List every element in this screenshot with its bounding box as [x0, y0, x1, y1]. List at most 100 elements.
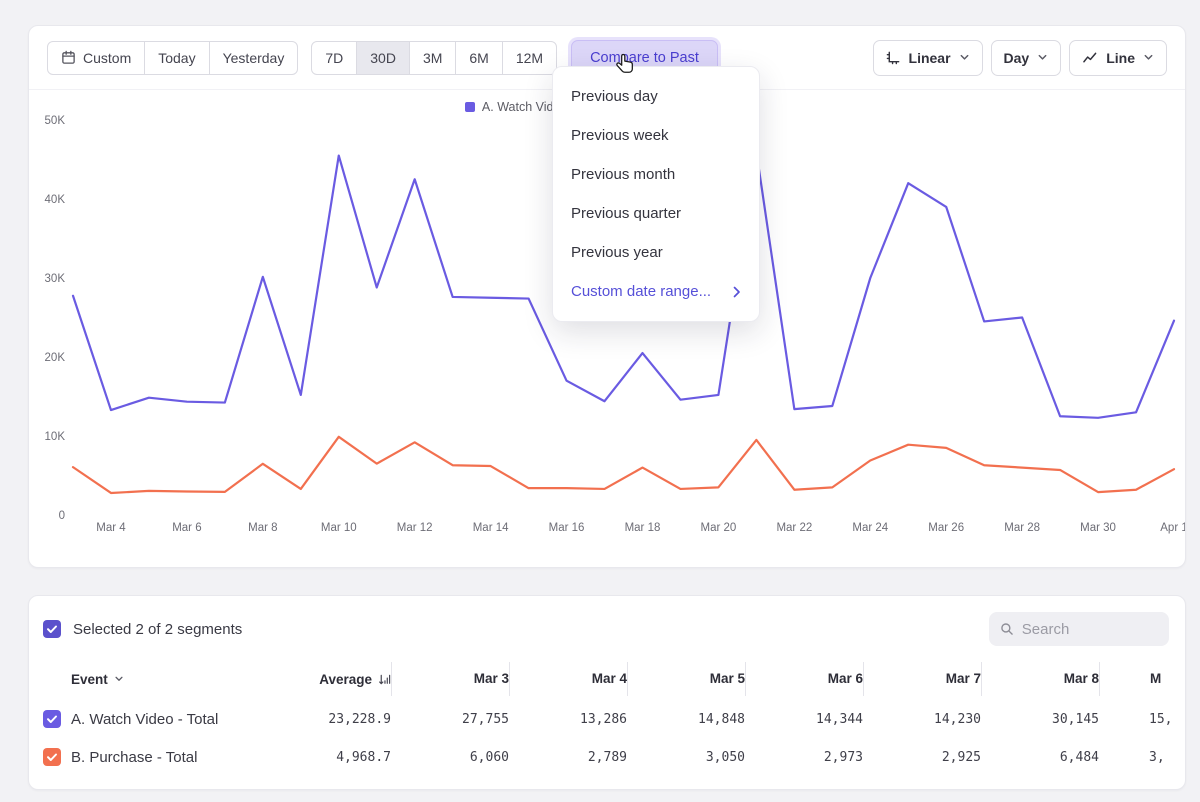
preset-label: Custom [83, 50, 131, 66]
preset-label: 12M [516, 50, 543, 66]
x-axis-tick: Mar 22 [776, 522, 812, 534]
search-input[interactable] [1022, 621, 1158, 638]
row-cell-value: 6,060 [391, 750, 509, 765]
segments-selected-text: Selected 2 of 2 segments [73, 621, 242, 638]
x-axis-tick: Mar 12 [397, 522, 433, 534]
row-cell-value: 13,286 [509, 712, 627, 727]
row-cell-value: 15, [1099, 712, 1186, 727]
chevron-down-icon [114, 674, 124, 684]
preset-custom[interactable]: Custom [47, 41, 145, 75]
segments-card: Selected 2 of 2 segments Event Average M… [28, 595, 1186, 790]
x-axis-tick: Mar 18 [625, 522, 661, 534]
display-tools: Linear Day Line [873, 40, 1167, 76]
x-axis-tick: Mar 28 [1004, 522, 1040, 534]
x-axis-tick: Mar 24 [852, 522, 888, 534]
compare-to-past-menu: Previous dayPrevious weekPrevious monthP… [552, 66, 760, 322]
table-header-row: Event Average Mar 3Mar 4Mar 5Mar 6Mar 7 M… [43, 658, 1186, 700]
date-column-header: Mar 4 [509, 662, 627, 696]
preset-7d[interactable]: 7D [311, 41, 357, 75]
sort-descending-icon [378, 673, 391, 686]
menu-item-custom-date-range[interactable]: Custom date range... [553, 272, 759, 311]
x-axis-tick: Mar 20 [701, 522, 737, 534]
check-icon [46, 623, 58, 635]
chevron-down-icon [1037, 52, 1048, 63]
row-checkbox[interactable] [43, 748, 61, 766]
preset-label: 6M [469, 50, 488, 66]
calendar-icon [61, 50, 76, 65]
preset-label: 7D [325, 50, 343, 66]
row-cell-value: 14,848 [627, 712, 745, 727]
y-axis-tick: 30K [45, 273, 66, 285]
preset-yesterday[interactable]: Yesterday [209, 41, 299, 75]
preset-30d[interactable]: 30D [356, 41, 410, 75]
day-label: Day [1004, 50, 1030, 66]
compare-menu-items: Previous dayPrevious weekPrevious monthP… [553, 77, 759, 272]
row-cell-value: 14,230 [863, 712, 981, 727]
y-axis-tick: 0 [59, 510, 65, 522]
chevron-right-icon [733, 286, 741, 298]
x-axis-tick: Apr 1 [1160, 522, 1185, 534]
x-axis-tick: Mar 8 [248, 522, 277, 534]
check-icon [46, 713, 58, 725]
date-column-header: Mar 6 [745, 662, 863, 696]
menu-item-previous-month[interactable]: Previous month [553, 155, 759, 194]
y-axis-tick: 10K [45, 431, 66, 443]
x-axis-tick: Mar 14 [473, 522, 509, 534]
search-box [989, 612, 1169, 646]
row-cell-value: 6,484 [981, 750, 1099, 765]
preset-6m[interactable]: 6M [455, 41, 502, 75]
average-column-header[interactable]: Average [291, 672, 391, 687]
row-checkbox-cell [43, 748, 71, 766]
row-cell-value: 3, [1099, 750, 1186, 765]
average-header-label: Average [319, 672, 372, 687]
segments-table: Event Average Mar 3Mar 4Mar 5Mar 6Mar 7 M… [43, 658, 1186, 776]
date-column-header: Mar 3 [391, 662, 509, 696]
x-axis-tick: Mar 26 [928, 522, 964, 534]
row-average-value: 23,228.9 [291, 712, 391, 727]
table-row: A. Watch Video - Total23,228.927,75513,2… [43, 700, 1186, 738]
preset-label: 30D [370, 50, 396, 66]
select-all-checkbox[interactable] [43, 620, 61, 638]
chevron-down-icon [959, 52, 970, 63]
menu-item-previous-week[interactable]: Previous week [553, 116, 759, 155]
x-axis-tick: Mar 6 [172, 522, 201, 534]
event-column-header[interactable]: Event [71, 672, 291, 687]
menu-item-previous-day[interactable]: Previous day [553, 77, 759, 116]
row-label: A. Watch Video - Total [71, 711, 291, 728]
date-preset-group: Custom Today Yesterday [47, 41, 298, 75]
date-column-header: Mar 7 [863, 662, 981, 696]
date-column-header: M [1099, 662, 1186, 696]
table-body: A. Watch Video - Total23,228.927,75513,2… [43, 700, 1186, 776]
preset-3m[interactable]: 3M [409, 41, 456, 75]
row-cell-value: 27,755 [391, 712, 509, 727]
chart-type-dropdown[interactable]: Line [1069, 40, 1167, 76]
linear-scale-dropdown[interactable]: Linear [873, 40, 983, 76]
row-cell-value: 14,344 [745, 712, 863, 727]
linear-label: Linear [909, 50, 951, 66]
y-axis-tick: 40K [45, 194, 66, 206]
row-cell-value: 2,973 [745, 750, 863, 765]
row-average-value: 4,968.7 [291, 750, 391, 765]
row-label: B. Purchase - Total [71, 749, 291, 766]
line-label: Line [1106, 50, 1135, 66]
date-column-header: Mar 5 [627, 662, 745, 696]
segments-header: Selected 2 of 2 segments [29, 596, 1185, 652]
check-icon [46, 751, 58, 763]
menu-item-previous-quarter[interactable]: Previous quarter [553, 194, 759, 233]
x-axis-tick: Mar 16 [549, 522, 585, 534]
chevron-down-icon [1143, 52, 1154, 63]
y-axis-tick: 50K [45, 115, 66, 127]
preset-label: Today [158, 50, 195, 66]
chart-line-series-1 [73, 437, 1174, 493]
x-axis-tick: Mar 30 [1080, 522, 1116, 534]
row-checkbox-cell [43, 710, 71, 728]
x-axis-tick: Mar 10 [321, 522, 357, 534]
interval-dropdown[interactable]: Day [991, 40, 1062, 76]
preset-today[interactable]: Today [144, 41, 209, 75]
table-row: B. Purchase - Total4,968.76,0602,7893,05… [43, 738, 1186, 776]
range-preset-group: 7D 30D 3M 6M 12M [311, 41, 557, 75]
preset-12m[interactable]: 12M [502, 41, 557, 75]
menu-item-previous-year[interactable]: Previous year [553, 233, 759, 272]
row-checkbox[interactable] [43, 710, 61, 728]
preset-label: 3M [423, 50, 442, 66]
